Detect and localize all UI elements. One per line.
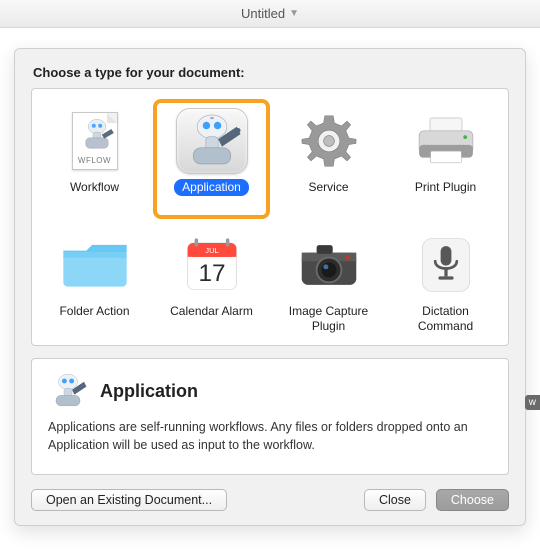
document-type-label: Application (174, 179, 249, 196)
chevron-down-icon: ▼ (289, 8, 299, 19)
choose-button[interactable]: Choose (436, 489, 509, 511)
document-type-dictation-command[interactable]: Dictation Command (389, 225, 502, 341)
application-icon-small (48, 373, 88, 409)
document-type-grid: WFLOW Workflow (31, 88, 509, 346)
close-button[interactable]: Close (364, 489, 426, 511)
document-type-label: Dictation Command (391, 303, 500, 335)
document-type-label: Service (300, 179, 356, 196)
camera-icon (291, 231, 367, 299)
window-titlebar: Untitled ▼ (0, 0, 540, 28)
document-type-label: Calendar Alarm (162, 303, 261, 320)
calendar-icon: JUL 17 (174, 231, 250, 299)
document-type-print-plugin[interactable]: Print Plugin (389, 101, 502, 217)
document-type-label: Print Plugin (407, 179, 484, 196)
document-type-calendar-alarm[interactable]: JUL 17 Calendar Alarm (155, 225, 268, 341)
type-description-title: Application (100, 381, 198, 402)
document-type-label: Workflow (62, 179, 127, 196)
document-type-folder-action[interactable]: Folder Action (38, 225, 151, 341)
gear-icon (291, 107, 367, 175)
document-type-label: Image Capture Plugin (274, 303, 383, 335)
svg-text:JUL: JUL (205, 246, 218, 255)
sheet-button-row: Open an Existing Document... Close Choos… (31, 489, 509, 511)
document-type-sheet: Choose a type for your document: WFLOW (14, 48, 526, 526)
type-description-panel: Application Applications are self-runnin… (31, 358, 509, 475)
workflow-icon: WFLOW (57, 107, 133, 175)
document-type-workflow[interactable]: WFLOW Workflow (38, 101, 151, 217)
type-description-text: Applications are self-running workflows.… (48, 419, 492, 454)
document-type-service[interactable]: Service (272, 101, 385, 217)
printer-icon (408, 107, 484, 175)
edge-tag: w (525, 395, 540, 410)
svg-text:17: 17 (198, 260, 225, 287)
folder-icon (57, 231, 133, 299)
window-title: Untitled (241, 6, 285, 21)
sheet-prompt: Choose a type for your document: (33, 65, 507, 80)
document-type-image-capture-plugin[interactable]: Image Capture Plugin (272, 225, 385, 341)
document-type-application[interactable]: Application (155, 101, 268, 217)
document-type-label: Folder Action (51, 303, 137, 320)
microphone-icon (408, 231, 484, 299)
application-icon (174, 107, 250, 175)
file-extension-tag: WFLOW (78, 156, 111, 165)
open-existing-button[interactable]: Open an Existing Document... (31, 489, 227, 511)
